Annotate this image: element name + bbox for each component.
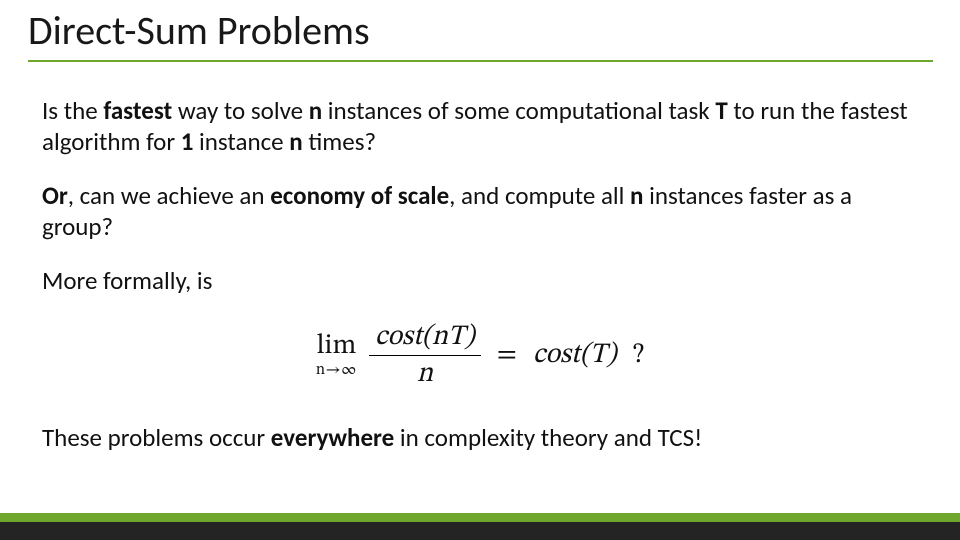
bold-text: fastest: [103, 95, 172, 126]
text: These problems occur: [42, 422, 271, 453]
bold-text: 1: [181, 126, 194, 157]
text: way to solve: [172, 95, 309, 126]
footer-accent-bar: [0, 513, 960, 522]
fraction-numerator: cost(nT): [369, 323, 481, 356]
text: instances of some computational task: [322, 95, 715, 126]
equation: lim n→∞ cost(nT) n = cost(T) ?: [316, 323, 644, 388]
text: Is the: [42, 95, 103, 126]
equation-question-mark: ?: [629, 338, 645, 372]
paragraph-2: Or, can we achieve an economy of scale, …: [42, 181, 918, 242]
bold-text: n: [289, 126, 302, 157]
bold-text: economy of scale: [270, 180, 449, 211]
bold-text: Or: [42, 180, 68, 211]
text: , and compute all: [449, 180, 630, 211]
bold-text: everywhere: [271, 422, 394, 453]
closing-line: These problems occur everywhere in compl…: [42, 422, 918, 453]
slide-body: Is the fastest way to solve n instances …: [42, 96, 918, 453]
lim-text: lim: [317, 332, 357, 360]
text: in complexity theory and TCS!: [394, 422, 702, 453]
bold-text: n: [309, 95, 322, 126]
slide-title: Direct-Sum Problems: [28, 6, 940, 55]
more-formally-lead: More formally, is: [42, 266, 918, 297]
text: instance: [193, 126, 289, 157]
equation-rhs: cost(T): [533, 338, 617, 372]
text: times?: [303, 126, 376, 157]
fraction-denominator: n: [417, 356, 433, 388]
slide: Direct-Sum Problems Is the fastest way t…: [0, 0, 960, 540]
equals-sign: =: [493, 338, 521, 372]
lim-subscript: n→∞: [316, 362, 357, 378]
paragraph-1: Is the fastest way to solve n instances …: [42, 96, 918, 157]
footer-dark-bar: [0, 522, 960, 540]
fraction: cost(nT) n: [369, 323, 481, 388]
text: , can we achieve an: [68, 180, 270, 211]
bold-text: T: [715, 95, 727, 126]
equation-block: lim n→∞ cost(nT) n = cost(T) ?: [42, 323, 918, 388]
title-underline: [28, 60, 933, 62]
limit-operator: lim n→∞: [316, 332, 357, 378]
bold-text: n: [630, 180, 643, 211]
